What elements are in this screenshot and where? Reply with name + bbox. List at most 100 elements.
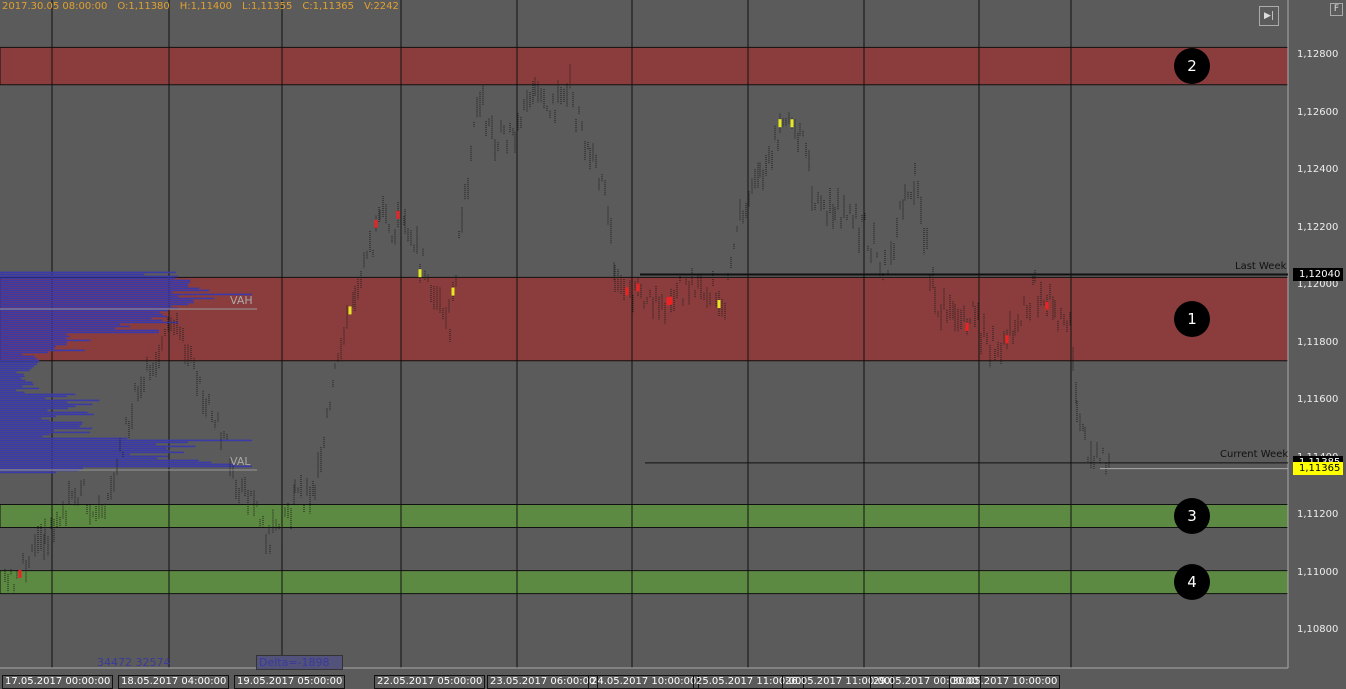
volume-cluster-highlight: [396, 210, 400, 219]
volume-profile-bar: [0, 363, 37, 366]
volume-profile-bar: [0, 423, 82, 426]
volume-profile-bar: [0, 431, 90, 434]
volume-profile-bar: [0, 377, 22, 380]
volume-profile-bar: [0, 465, 252, 468]
volume-profile-bar: [0, 361, 39, 364]
header-datetime: 2017.30.05 08:00:00: [2, 1, 108, 12]
volume-profile-bar: [0, 399, 100, 402]
price-tick-label: 1,12200: [1297, 221, 1339, 233]
price-tick-label: 1,11200: [1297, 509, 1339, 520]
volume-cluster-highlight: [790, 119, 794, 128]
last-week-price-tag: 1,12040: [1293, 267, 1344, 281]
volume-profile-bar: [0, 357, 37, 360]
time-tick-label: 18.05.2017 04:00:00: [118, 675, 230, 689]
volume-profile-bar: [0, 327, 116, 330]
volume-profile-bar: [0, 461, 212, 464]
volume-profile-bar: [0, 277, 175, 280]
volume-profile-bar: [0, 311, 160, 314]
volume-profile-bar: [0, 441, 189, 444]
time-tick-label: 24.05.2017 10:00:00: [588, 675, 700, 689]
volume-totals: 34472 32574: [97, 656, 171, 669]
volume-profile-bar: [0, 289, 210, 292]
volume-cluster-highlight: [778, 119, 782, 128]
volume-profile-bar: [0, 395, 67, 398]
volume-profile-bar: [0, 365, 34, 368]
volume-profile-bar: [0, 397, 46, 400]
volume-profile-bar: [0, 447, 167, 450]
time-tick-label: 22.05.2017 05:00:00: [374, 675, 486, 689]
volume-profile-bar: [0, 369, 30, 372]
volume-profile-bar: [0, 453, 130, 456]
header-open: O:1,11380: [117, 1, 170, 12]
vah-label: VAH: [230, 294, 253, 307]
volume-cluster-highlight: [669, 296, 673, 305]
time-tick-label: 23.05.2017 06:00:00: [487, 675, 599, 689]
volume-profile-bar: [0, 415, 56, 418]
volume-profile-bar: [0, 353, 23, 356]
volume-profile-bar: [0, 411, 88, 414]
volume-profile-bar: [0, 279, 191, 282]
volume-cluster-highlight: [1045, 301, 1049, 310]
volume-cluster-highlight: [636, 283, 640, 292]
volume-profile-bar: [0, 297, 215, 300]
volume-profile-bar: [0, 355, 35, 358]
volume-profile-bar: [0, 309, 169, 312]
volume-profile-bar: [0, 273, 145, 276]
volume-profile-bar: [0, 301, 194, 304]
volume-profile-bar: [0, 429, 54, 432]
volume-profile-bar: [0, 351, 48, 354]
volume-profile-bar: [0, 349, 85, 352]
volume-cluster-highlight: [348, 306, 352, 315]
volume-profile-bar: [0, 325, 131, 328]
volume-profile-bar: [0, 367, 32, 370]
volume-profile-bar: [0, 323, 121, 326]
volume-profile-bar: [0, 387, 39, 390]
price-tick-label: 1,11600: [1297, 394, 1339, 405]
volume-profile-bar: [0, 331, 159, 334]
volume-cluster-highlight: [418, 269, 422, 278]
volume-profile-bar: [0, 371, 17, 374]
volume-profile-bar: [0, 293, 252, 296]
val-label: VAL: [230, 455, 251, 468]
volume-profile-bar: [0, 315, 167, 318]
volume-profile-bar: [0, 271, 176, 274]
zone-number-badge: 1: [1174, 301, 1210, 338]
price-tick-label: 1,11000: [1297, 566, 1339, 578]
volume-profile-bar: [0, 341, 68, 344]
price-tick-label: 1,12600: [1297, 106, 1339, 118]
price-tick-label: 1,12400: [1297, 164, 1339, 175]
price-tick-label: 1,12000: [1297, 279, 1339, 290]
scroll-to-end-button[interactable]: ▶|: [1259, 6, 1279, 26]
volume-profile-bar: [0, 403, 93, 406]
volume-cluster-highlight: [18, 570, 22, 579]
last-price-tag: 1,11365: [1293, 461, 1344, 475]
zone-2: [0, 46, 1289, 86]
fixed-scale-button[interactable]: F: [1330, 3, 1343, 16]
volume-profile-bar: [0, 401, 68, 404]
volume-profile-bar: [0, 419, 50, 422]
volume-profile-bar: [0, 303, 189, 306]
volume-profile-bar: [0, 343, 67, 346]
volume-profile-bar: [0, 375, 25, 378]
volume-profile-bar: [0, 347, 55, 350]
volume-profile-bar: [0, 335, 70, 338]
volume-profile-bar: [0, 389, 17, 392]
volume-profile-bar: [0, 337, 67, 340]
time-tick-label: 19.05.2017 05:00:00: [234, 675, 346, 689]
volume-cluster-highlight: [965, 322, 969, 331]
header-volume: V:2242: [364, 1, 399, 12]
volume-profile-bar: [0, 425, 80, 428]
volume-profile-bar: [0, 421, 83, 424]
price-chart[interactable]: [0, 0, 1346, 689]
volume-profile-bar: [0, 295, 179, 298]
volume-cluster-highlight: [1005, 335, 1009, 344]
volume-profile-bar: [0, 437, 128, 440]
header-close: C:1,11365: [302, 1, 355, 12]
volume-profile-bar: [0, 345, 56, 348]
volume-cluster-highlight: [374, 219, 378, 228]
volume-profile-bar: [0, 359, 40, 362]
zone-number-badge: 2: [1174, 48, 1210, 85]
volume-profile-bar: [0, 451, 184, 454]
volume-profile-bar: [0, 319, 163, 322]
volume-profile-bar: [0, 373, 24, 376]
